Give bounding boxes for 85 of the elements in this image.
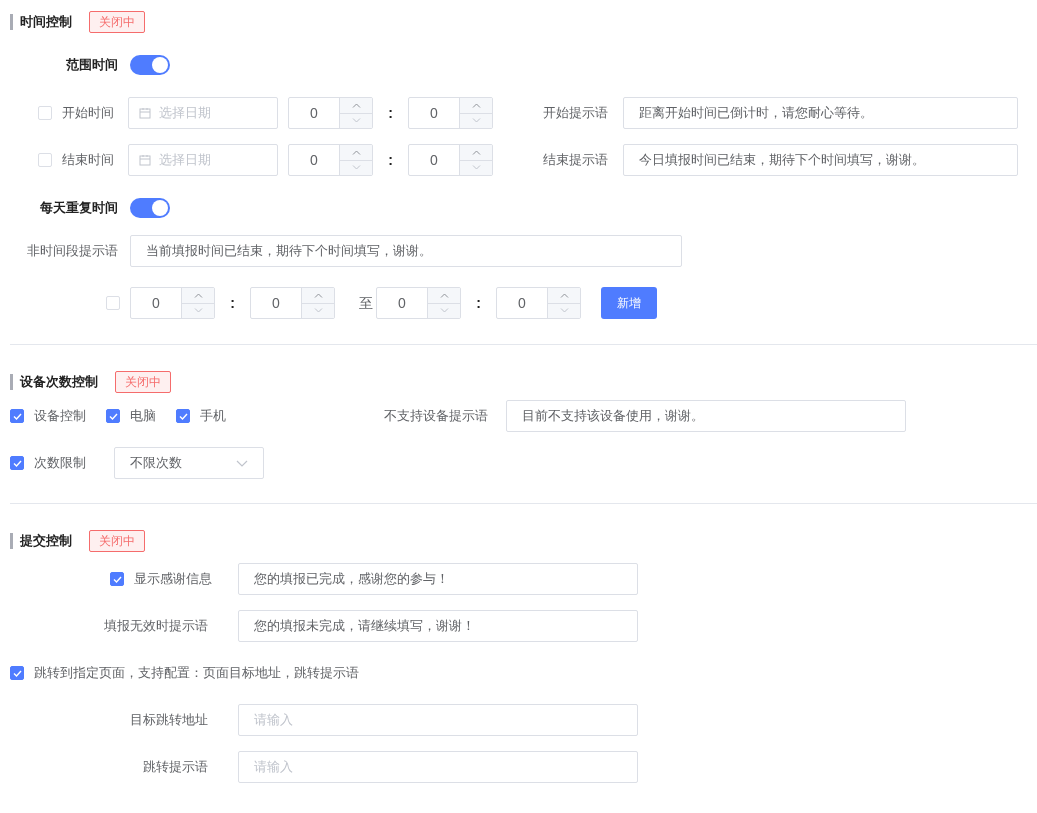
chevron-up-icon bbox=[471, 102, 481, 108]
chevron-down-icon bbox=[471, 165, 481, 171]
add-button[interactable]: 新增 bbox=[601, 287, 657, 319]
field-label: 填报无效时提示语 bbox=[103, 617, 208, 636]
field-label: 结束时间 bbox=[62, 151, 115, 170]
calendar-icon bbox=[139, 107, 151, 119]
field-label: 开始提示语 bbox=[543, 104, 609, 123]
chevron-down-icon bbox=[313, 308, 323, 314]
text-input[interactable]: 当前填报时间已结束，期待下个时间填写，谢谢。 bbox=[130, 235, 682, 267]
calendar-icon bbox=[139, 154, 151, 166]
increment-button[interactable] bbox=[460, 98, 492, 114]
section-title: 提交控制 bbox=[20, 532, 72, 551]
toggle-switch[interactable] bbox=[130, 198, 170, 218]
chevron-down-icon bbox=[236, 459, 248, 467]
chevron-up-icon bbox=[351, 102, 361, 108]
number-input[interactable]: 0 bbox=[408, 97, 493, 129]
range-separator: 至 bbox=[359, 293, 373, 313]
text-input[interactable]: 您的填报未完成，请继续填写，谢谢！ bbox=[238, 610, 638, 642]
field-label: 开始时间 bbox=[62, 104, 115, 123]
time-separator: : bbox=[229, 293, 236, 313]
date-placeholder: 选择日期 bbox=[159, 104, 211, 123]
chevron-down-icon bbox=[351, 118, 361, 124]
checkbox-label[interactable]: 次数限制 bbox=[34, 453, 90, 473]
section-marker bbox=[10, 533, 13, 549]
toggle-switch[interactable] bbox=[130, 55, 170, 75]
time-separator: : bbox=[387, 150, 394, 170]
text-input[interactable]: 目前不支持该设备使用，谢谢。 bbox=[506, 400, 906, 432]
checkbox-label[interactable]: 设备控制 bbox=[34, 406, 86, 426]
status-tag: 关闭中 bbox=[89, 11, 145, 33]
checkbox-label[interactable]: 手机 bbox=[200, 406, 226, 426]
number-input[interactable]: 0 bbox=[130, 287, 215, 319]
number-input[interactable]: 0 bbox=[496, 287, 581, 319]
checkbox[interactable] bbox=[106, 409, 120, 423]
chevron-up-icon bbox=[471, 149, 481, 155]
chevron-down-icon bbox=[471, 118, 481, 124]
checkbox-label[interactable]: 电脑 bbox=[130, 406, 156, 426]
chevron-down-icon bbox=[351, 165, 361, 171]
checkbox[interactable] bbox=[10, 409, 24, 423]
section-marker bbox=[10, 374, 13, 390]
select-value: 不限次数 bbox=[130, 454, 182, 473]
chevron-down-icon bbox=[439, 308, 449, 314]
time-separator: : bbox=[387, 103, 394, 123]
increment-button[interactable] bbox=[302, 288, 334, 304]
chevron-up-icon bbox=[313, 292, 323, 298]
chevron-up-icon bbox=[559, 292, 569, 298]
chevron-up-icon bbox=[351, 149, 361, 155]
select-dropdown[interactable]: 不限次数 bbox=[114, 447, 264, 479]
checkbox[interactable] bbox=[176, 409, 190, 423]
increment-button[interactable] bbox=[340, 145, 372, 161]
field-label: 非时间段提示语 bbox=[26, 242, 118, 261]
chevron-up-icon bbox=[439, 292, 449, 298]
field-label: 每天重复时间 bbox=[39, 199, 118, 218]
section-title: 时间控制 bbox=[20, 13, 72, 32]
number-input[interactable]: 0 bbox=[288, 144, 373, 176]
increment-button[interactable] bbox=[182, 288, 214, 304]
field-label: 范围时间 bbox=[65, 56, 118, 75]
chevron-down-icon bbox=[559, 308, 569, 314]
number-input[interactable]: 0 bbox=[250, 287, 335, 319]
section-title: 设备次数控制 bbox=[20, 373, 98, 392]
chevron-up-icon bbox=[193, 292, 203, 298]
status-tag: 关闭中 bbox=[115, 371, 171, 393]
checkbox[interactable] bbox=[110, 572, 124, 586]
increment-button[interactable] bbox=[460, 145, 492, 161]
number-input[interactable]: 0 bbox=[408, 144, 493, 176]
text-input[interactable]: 距离开始时间已倒计时，请您耐心等待。 bbox=[623, 97, 1018, 129]
section-marker bbox=[10, 14, 13, 30]
status-tag: 关闭中 bbox=[89, 530, 145, 552]
date-placeholder: 选择日期 bbox=[159, 151, 211, 170]
text-input[interactable]: 您的填报已完成，感谢您的参与！ bbox=[238, 563, 638, 595]
field-label: 目标跳转地址 bbox=[129, 711, 208, 730]
field-label: 结束提示语 bbox=[543, 151, 609, 170]
checkbox-label[interactable]: 显示感谢信息 bbox=[134, 569, 218, 589]
increment-button[interactable] bbox=[428, 288, 460, 304]
increment-button[interactable] bbox=[548, 288, 580, 304]
text-input[interactable]: 今日填报时间已结束，期待下个时间填写，谢谢。 bbox=[623, 144, 1018, 176]
checkbox[interactable] bbox=[10, 456, 24, 470]
increment-button[interactable] bbox=[340, 98, 372, 114]
checkbox-label[interactable]: 跳转到指定页面，支持配置：页面目标地址，跳转提示语 bbox=[34, 663, 359, 683]
field-label: 不支持设备提示语 bbox=[384, 407, 489, 426]
number-input[interactable]: 0 bbox=[376, 287, 461, 319]
checkbox[interactable] bbox=[10, 666, 24, 680]
chevron-down-icon bbox=[193, 308, 203, 314]
field-label: 跳转提示语 bbox=[142, 758, 208, 777]
number-input[interactable]: 0 bbox=[288, 97, 373, 129]
time-separator: : bbox=[475, 293, 482, 313]
